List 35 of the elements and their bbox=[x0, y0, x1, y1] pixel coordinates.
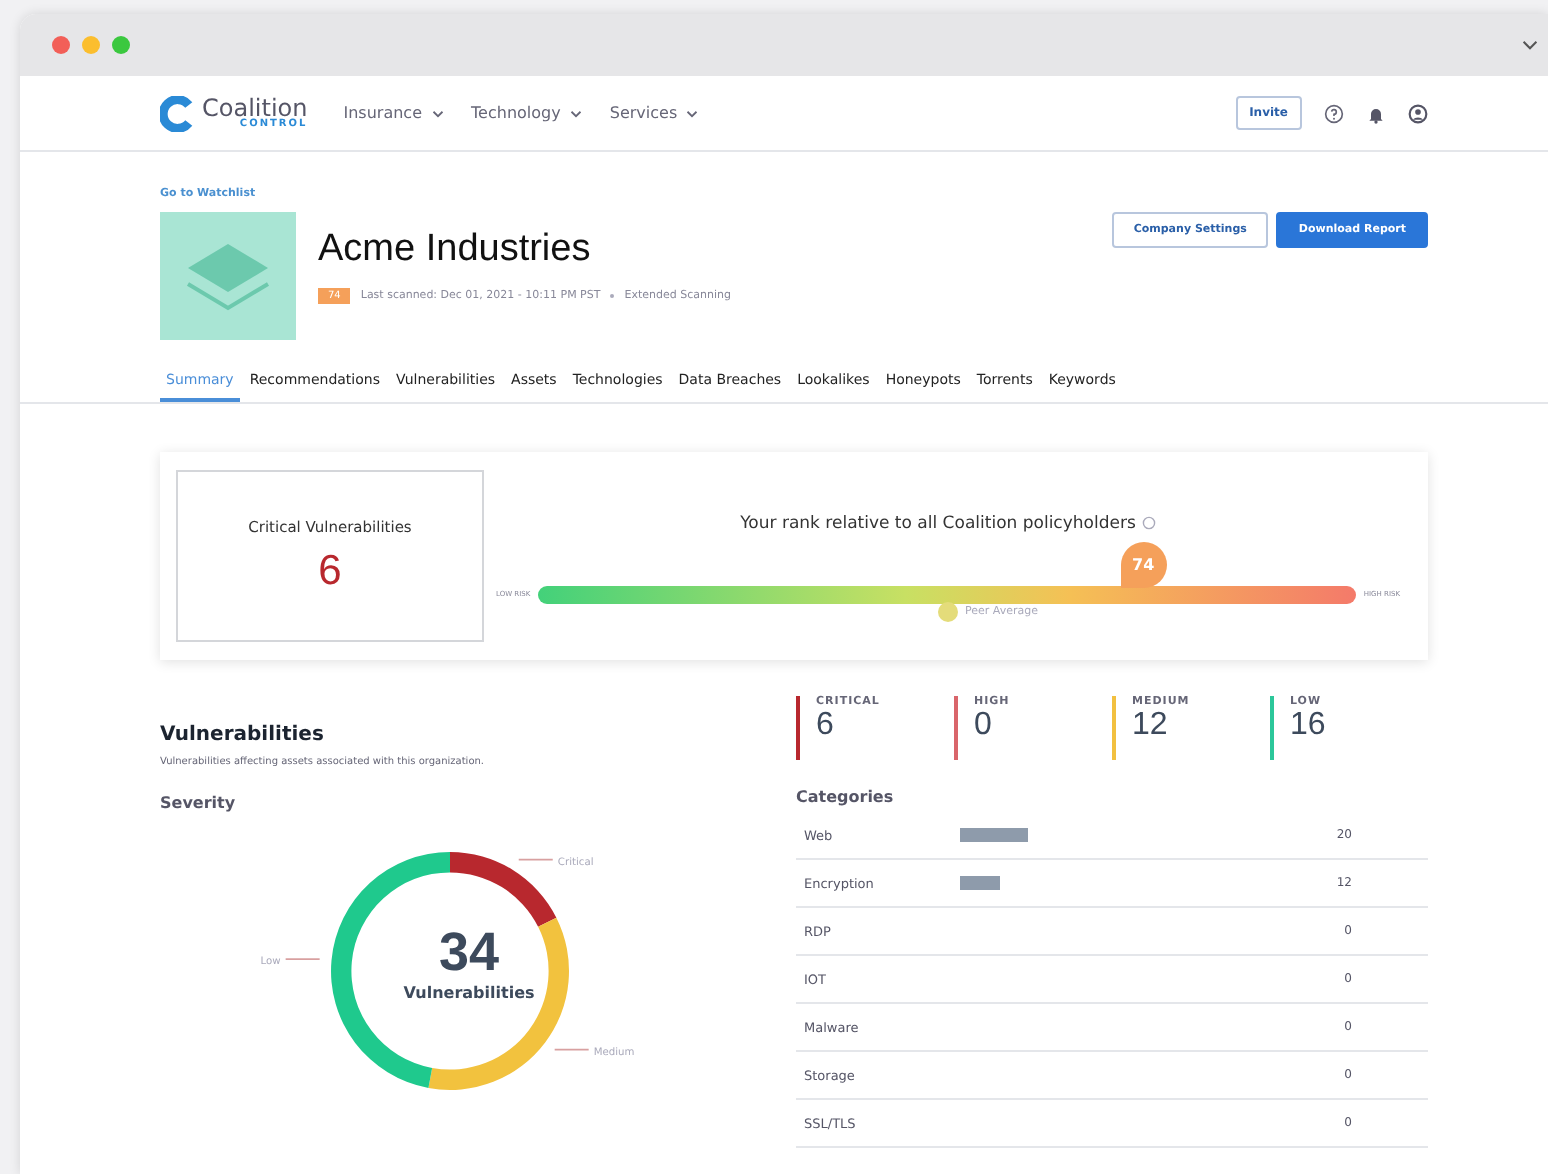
severity-count: 12 bbox=[1132, 708, 1170, 744]
severity-count: 6 bbox=[816, 708, 836, 744]
company-logo bbox=[160, 212, 296, 340]
leader-line bbox=[517, 858, 554, 861]
leader-line bbox=[284, 958, 321, 960]
maximize-dot[interactable] bbox=[112, 36, 130, 54]
user-icon[interactable] bbox=[1408, 103, 1428, 123]
minimize-dot[interactable] bbox=[82, 36, 100, 54]
nav-menu[interactable]: Insurance bbox=[343, 104, 444, 122]
separator-dot bbox=[610, 294, 615, 298]
category-bar bbox=[960, 828, 1028, 842]
score-pin: 74 bbox=[1120, 541, 1167, 587]
total-label: Vulnerabilities bbox=[403, 984, 535, 1002]
company-name: Acme Industries bbox=[318, 228, 593, 272]
severity-count: 16 bbox=[1290, 708, 1326, 744]
nav-menu[interactable]: Services bbox=[609, 104, 699, 122]
category-bar bbox=[960, 876, 1001, 890]
caret-icon[interactable] bbox=[431, 109, 444, 118]
section-title: Vulnerabilities bbox=[160, 724, 326, 746]
caret-icon[interactable] bbox=[686, 109, 699, 118]
rank-title: Your rank relative to all Coalition policyholders bbox=[740, 513, 1136, 533]
categories-heading: Categories bbox=[796, 788, 896, 806]
critical-value: 6 bbox=[318, 547, 342, 595]
leader-line bbox=[553, 1048, 590, 1051]
nav-menu[interactable]: Technology bbox=[471, 104, 582, 122]
bell-icon[interactable] bbox=[1366, 103, 1386, 123]
close-dot[interactable] bbox=[52, 36, 70, 54]
severity-heading: Severity bbox=[160, 794, 238, 812]
brand-name: Coalition bbox=[202, 96, 308, 120]
logo-icon bbox=[160, 95, 196, 131]
chevron-icon[interactable] bbox=[1522, 40, 1538, 50]
help-icon[interactable] bbox=[1324, 103, 1344, 123]
severity-count: 0 bbox=[974, 708, 994, 744]
total-count: 34 bbox=[438, 922, 500, 984]
caret-icon[interactable] bbox=[569, 109, 582, 118]
